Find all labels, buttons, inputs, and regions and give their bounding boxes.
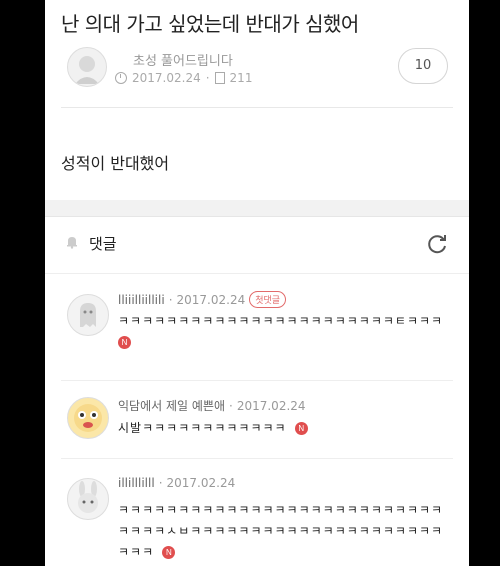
commenter-name[interactable]: 익담에서 제일 예쁜애 [118,397,225,414]
commenter-avatar[interactable] [67,294,109,336]
app-screen: 난 의대 가고 싶었는데 반대가 심했어 초성 풀어드립니다 2017.02.2… [45,0,469,566]
commenter-avatar[interactable] [67,397,109,439]
divider [61,458,453,459]
clock-icon [115,72,127,84]
section-gap [45,200,469,217]
comment-header: 익담에서 제일 예쁜애 · 2017.02.24 [118,397,306,414]
author-avatar-icon [75,56,99,84]
views-icon [214,72,225,84]
bunny-avatar-icon [78,481,98,513]
comments-header: 댓글 [45,217,469,274]
post-views: 211 [229,71,253,85]
meta-separator: · [205,71,210,85]
divider [61,107,453,108]
comment-header: lliiilliillili · 2017.02.24 첫댓글 [118,291,287,308]
comments-label: 댓글 [89,235,117,253]
meta-separator: · [229,398,233,413]
divider [61,380,453,381]
face-avatar-icon [74,404,102,432]
bell-icon [67,237,77,249]
post-meta: 2017.02.24 · 211 [115,71,252,85]
refresh-icon[interactable] [425,232,449,256]
post-date: 2017.02.24 [132,71,201,85]
comment-date: 2017.02.24 [166,476,236,490]
ghost-avatar-icon [80,303,96,327]
comment-text: ㅋㅋㅋㅋㅋㅋㅋㅋㅋㅋㅋㅋㅋㅋㅋㅋㅋㅋㅋㅋㅋㅋㅋㅌㅋㅋㅋ N [118,311,455,353]
new-badge: N [118,336,131,349]
comment-text-content: 시발ㅋㅋㅋㅋㅋㅋㅋㅋㅋㅋㅋㅋ [118,421,287,435]
comment-text: 시발ㅋㅋㅋㅋㅋㅋㅋㅋㅋㅋㅋㅋ N [118,418,455,439]
commenter-name[interactable]: lliiilliillili [118,293,165,307]
new-badge: N [162,546,176,559]
comment-date: 2017.02.24 [236,398,306,413]
comment-date: 2017.02.24 [176,292,246,307]
commenter-avatar[interactable] [67,478,109,520]
post-title: 난 의대 가고 싶었는데 반대가 심했어 [61,12,359,36]
first-comment-badge: 첫댓글 [249,291,287,308]
meta-separator: · [168,292,173,307]
comment-text-content: ㅋㅋㅋㅋㅋㅋㅋㅋㅋㅋㅋㅋㅋㅋㅋㅋㅋㅋㅋㅋㅋㅋㅋㅌㅋㅋㅋ [118,314,444,328]
author-name[interactable]: 초성 풀어드립니다 [133,50,233,69]
commenter-name[interactable]: illilllilll [118,476,155,490]
meta-separator: · [158,476,163,490]
new-badge: N [294,422,308,435]
post-body: 성적이 반대했어 [61,154,170,173]
comment-text: ㅋㅋㅋㅋㅋㅋㅋㅋㅋㅋㅋㅋㅋㅋㅋㅋㅋㅋㅋㅋㅋㅋㅋㅋㅋㅋㅋㅋㅋㅋㅋㅅㅂㅋㅋㅋㅋㅋㅋㅋ… [118,500,455,563]
comment-header: illilllilll · 2017.02.24 [118,476,235,490]
author-avatar[interactable] [67,47,107,87]
comment-count-button[interactable]: 10 [398,48,448,84]
